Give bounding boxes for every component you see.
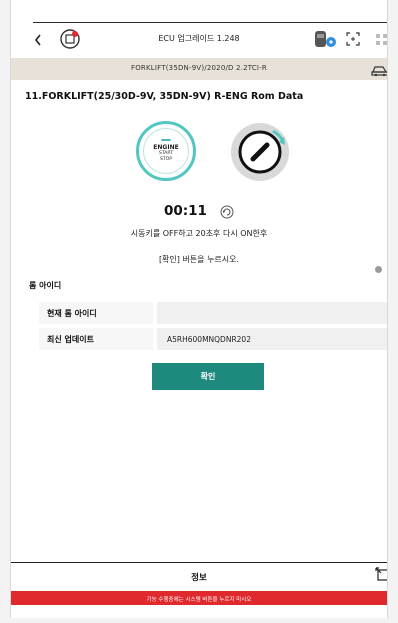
confirm-button[interactable]: 확인: [152, 363, 264, 390]
menu-grid-icon[interactable]: [375, 32, 387, 46]
header: ECU 업그레이드 1.248: [11, 24, 387, 56]
info-tab[interactable]: 정보: [11, 571, 387, 583]
app-frame: ECU 업그레이드 1.248 FORKLIFT(35DN-9V)/2020/D…: [10, 0, 388, 618]
exit-icon[interactable]: [375, 566, 387, 581]
current-rom-label: 현재 롬 아이디: [47, 309, 97, 318]
top-divider: [33, 22, 387, 23]
scroll-indicator[interactable]: [375, 266, 382, 273]
vehicle-info-bar: FORKLIFT(35DN-9V)/2020/D 2.2TCI-R: [11, 58, 387, 80]
stop-label: STOP: [159, 157, 173, 162]
engine-start-stop-icon: ENGINE START STOP: [136, 121, 196, 181]
vci-connection-icon[interactable]: [313, 28, 337, 50]
latest-update-value: A5RH600MNQDNR202: [157, 328, 387, 350]
countdown-timer: 00:11: [163, 202, 207, 219]
latest-rom-row: 최신 업데이트 A5RH600MNQDNR202: [39, 328, 387, 350]
engine-label: ENGINE: [153, 144, 179, 151]
current-rom-row: 현재 롬 아이디: [39, 302, 387, 324]
section-title: 11.FORKLIFT(25/30D-9V, 35DN-9V) R-ENG Ro…: [25, 91, 304, 102]
current-rom-value: [157, 302, 387, 324]
bottom-divider: [11, 562, 387, 563]
vehicle-text: FORKLIFT(35DN-9V)/2020/D 2.2TCI-R: [131, 64, 267, 72]
screen-capture-icon[interactable]: [346, 31, 360, 46]
car-icon[interactable]: [371, 62, 387, 77]
warning-banner: 기능 수행중에는 시스템 버튼을 누르지 마시오: [11, 591, 387, 605]
ignition-key-icon: [229, 121, 291, 183]
instruction-line-1: 시동키를 OFF하고 20초후 다시 ON한후: [130, 229, 268, 238]
instruction-line-2: [확인] 버튼을 누르시오.: [158, 255, 240, 264]
refresh-icon[interactable]: [220, 204, 234, 218]
timer-row: 00:11: [11, 200, 387, 219]
latest-update-label: 최신 업데이트: [47, 335, 94, 344]
rom-id-section-label: 롬 아이디: [29, 281, 62, 290]
